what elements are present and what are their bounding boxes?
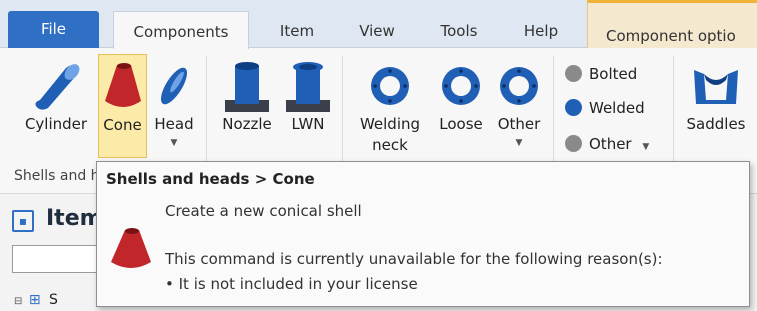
saddles-label: Saddles (686, 115, 746, 133)
tab-view[interactable]: View (342, 14, 412, 48)
lwn-icon (286, 62, 330, 112)
tooltip-title: Shells and heads > Cone (106, 170, 315, 188)
welded-label: Welded (589, 99, 645, 117)
cone-tooltip: Shells and heads > Cone Create a new con… (96, 161, 750, 307)
other-flange-button[interactable]: Other ▼ (490, 54, 548, 158)
welding-neck-label-line2: neck (372, 136, 408, 154)
flange-icon (442, 67, 480, 105)
bolted-icon (565, 65, 582, 82)
welding-neck-button[interactable]: Welding neck (348, 54, 432, 158)
tab-help[interactable]: Help (506, 14, 576, 48)
head-icon (160, 67, 188, 105)
head-dropdown-arrow[interactable]: ▼ (149, 138, 199, 148)
nozzle-label: Nozzle (222, 115, 272, 133)
tab-file[interactable]: File (8, 11, 99, 48)
tab-component-options[interactable]: Component optio (587, 0, 757, 48)
loose-label: Loose (439, 115, 483, 133)
cone-label: Cone (103, 116, 142, 134)
tree-row[interactable]: ⊟ ⊞ S (14, 290, 58, 310)
panel-title: Item (46, 206, 103, 231)
tooltip-description: Create a new conical shell (165, 202, 362, 220)
group-label-shells-and-heads: Shells and heads (14, 168, 99, 184)
loose-flange-button[interactable]: Loose (432, 54, 490, 158)
cylinder-label: Cylinder (24, 115, 88, 133)
nozzle-button[interactable]: Nozzle (215, 54, 279, 158)
ribbon-tab-bar: File Components Item View Tools Help Com… (0, 0, 757, 49)
head-label: Head (154, 115, 194, 133)
other-option-dropdown-arrow[interactable]: ▼ (642, 142, 649, 152)
lwn-label: LWN (291, 115, 325, 133)
head-button[interactable]: Head ▼ (149, 54, 199, 158)
bolted-label: Bolted (589, 65, 638, 83)
other-flange-dropdown-arrow[interactable]: ▼ (490, 138, 548, 148)
cone-icon (104, 63, 141, 107)
tree-expand-icon[interactable]: ⊟ (14, 296, 22, 307)
bolted-option[interactable]: Bolted (565, 62, 637, 86)
other-option[interactable]: Other ▼ (565, 132, 649, 156)
welded-icon (565, 99, 582, 116)
tab-item[interactable]: Item (262, 14, 332, 48)
nozzle-icon (225, 62, 269, 112)
saddle-icon (694, 70, 738, 104)
tooltip-reason: This command is currently unavailable fo… (165, 250, 663, 268)
cone-button[interactable]: Cone (98, 54, 147, 158)
flange-icon (371, 67, 409, 105)
tree-row-label: S (49, 292, 58, 308)
saddles-button[interactable]: Saddles (680, 54, 752, 158)
welding-neck-label-line1: Welding (359, 115, 421, 133)
welded-option[interactable]: Welded (565, 96, 645, 120)
cylinder-button[interactable]: Cylinder (14, 54, 98, 158)
cylinder-icon (35, 64, 80, 110)
other-option-label: Other (589, 135, 632, 153)
flange-icon (500, 67, 538, 105)
tab-components[interactable]: Components (113, 11, 249, 49)
tree-node-icon: ⊞ (28, 292, 41, 308)
tab-tools[interactable]: Tools (422, 14, 496, 48)
lwn-button[interactable]: LWN (283, 54, 333, 158)
tooltip-reason-item: • It is not included in your license (165, 275, 418, 293)
other-flange-label: Other (497, 115, 541, 133)
panel-icon: ▪ (12, 210, 34, 232)
cone-icon (111, 228, 151, 268)
other-option-icon (565, 135, 582, 152)
